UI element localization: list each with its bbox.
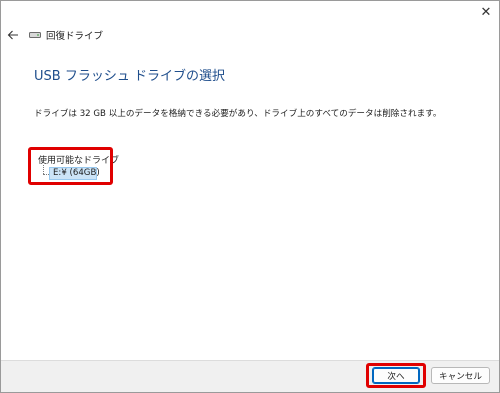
- drive-icon: [29, 32, 41, 38]
- recovery-drive-window: ✕ 回復ドライブ USB フラッシュ ドライブの選択 ドライブは 32 GB 以…: [0, 0, 500, 393]
- drive-list-highlight: [28, 147, 113, 185]
- back-arrow-icon: [7, 30, 18, 40]
- close-button[interactable]: ✕: [475, 3, 497, 21]
- page-description: ドライブは 32 GB 以上のデータを格納できる必要があり、ドライブ上のすべての…: [34, 109, 442, 119]
- back-button[interactable]: [6, 28, 20, 42]
- close-icon: ✕: [480, 4, 492, 20]
- cancel-button[interactable]: キャンセル: [431, 367, 490, 384]
- next-button-highlight: [366, 363, 426, 388]
- window-title: 回復ドライブ: [46, 31, 104, 42]
- window-title-bar: 回復ドライブ: [29, 28, 103, 42]
- page-title: USB フラッシュ ドライブの選択: [34, 69, 225, 84]
